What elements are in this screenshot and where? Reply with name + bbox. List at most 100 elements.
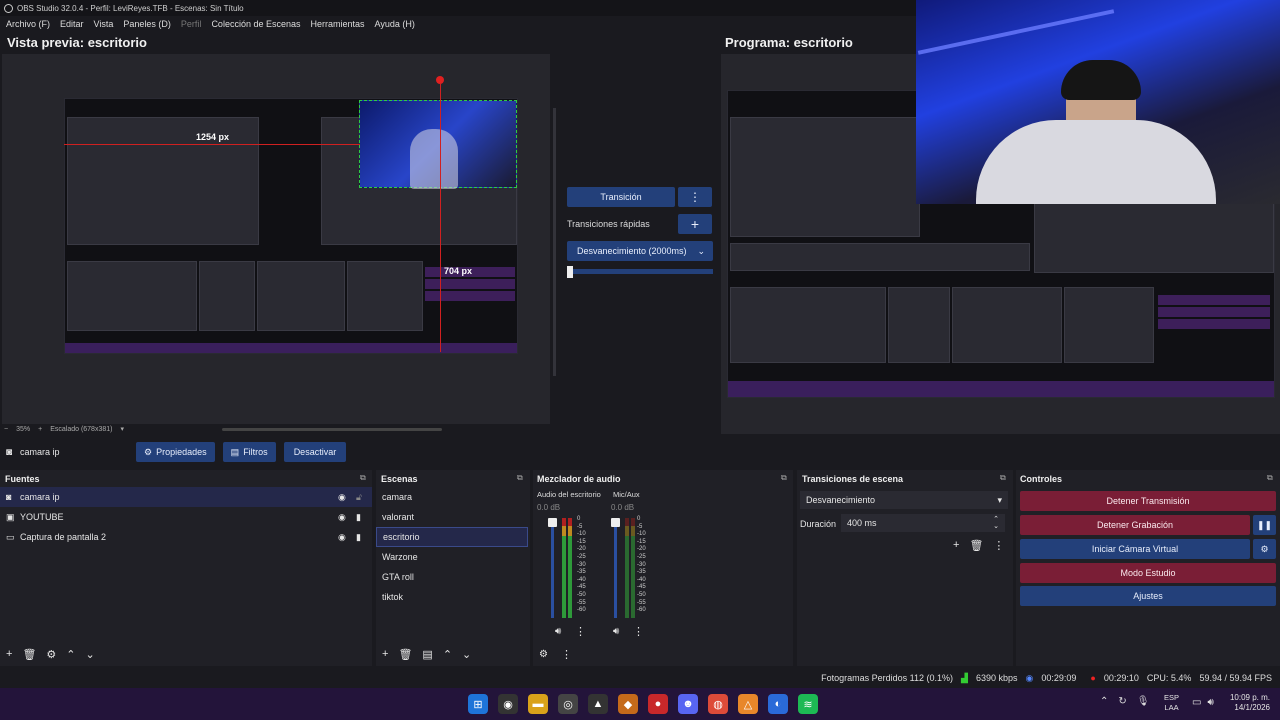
- menu-vista[interactable]: Vista: [94, 19, 114, 29]
- input-language[interactable]: ESP LAA: [1164, 693, 1179, 713]
- obs-active-icon[interactable]: ◎: [558, 694, 578, 714]
- stop-stream-button[interactable]: Detener Transmisión: [1020, 491, 1276, 511]
- advanced-audio-icon[interactable]: ⚙: [539, 649, 548, 660]
- menu-coleccion-escenas[interactable]: Colección de Escenas: [211, 19, 300, 29]
- duration-spinbox[interactable]: 400 ms ⌃ ⌄: [841, 514, 1005, 532]
- trash-icon[interactable]: 🗑︎: [969, 539, 983, 552]
- unlock-icon[interactable]: 🔓︎: [356, 492, 372, 503]
- middle-scrollbar[interactable]: [553, 108, 556, 376]
- clock[interactable]: 10:09 p. m. 14/1/2026: [1228, 693, 1270, 713]
- gear-icon: ⚙: [1260, 543, 1269, 554]
- transition-slider-handle[interactable]: [567, 266, 573, 278]
- kebab-icon[interactable]: ⋮: [633, 625, 644, 638]
- chrome-icon[interactable]: ◍: [708, 694, 728, 714]
- scene-item-selected[interactable]: escritorio: [376, 527, 528, 547]
- plus-icon[interactable]: +: [6, 648, 12, 661]
- zoom-out-button[interactable]: −: [4, 426, 8, 433]
- chevron-down-icon[interactable]: ▾: [120, 425, 124, 433]
- transition-select[interactable]: Desvanecimiento ▾: [800, 491, 1008, 509]
- brave-icon[interactable]: ◆: [618, 694, 638, 714]
- arrow-down-icon[interactable]: ⌄: [462, 648, 471, 661]
- trash-icon[interactable]: 🗑︎: [398, 648, 412, 661]
- fade-transition-dropdown[interactable]: Desvanecimiento (2000ms) ⌄: [567, 241, 713, 261]
- chevron-up-icon[interactable]: ⌃: [1100, 696, 1108, 707]
- scene-item[interactable]: camara: [376, 487, 528, 507]
- zoom-in-button[interactable]: +: [38, 426, 42, 433]
- app-blue-icon[interactable]: ◐: [768, 694, 788, 714]
- pause-recording-button[interactable]: ❚❚: [1253, 515, 1276, 535]
- arrow-up-icon[interactable]: ⌃: [443, 648, 452, 661]
- eye-icon[interactable]: ◉: [338, 532, 356, 543]
- scene-item[interactable]: Warzone: [376, 547, 528, 567]
- preview-scrollbar[interactable]: [221, 427, 442, 431]
- spotify-icon[interactable]: ≋: [798, 694, 818, 714]
- microphone-icon[interactable]: 🎙︎: [1137, 696, 1150, 707]
- filters-button[interactable]: ▤ Filtros: [222, 442, 276, 462]
- scene-item[interactable]: tiktok: [376, 587, 528, 607]
- clock-time: 10:09 p. m.: [1229, 693, 1270, 702]
- windows-start-icon[interactable]: ⊞: [468, 694, 488, 714]
- kebab-icon[interactable]: ⋮: [561, 648, 572, 661]
- menu-editar[interactable]: Editar: [60, 19, 84, 29]
- preview-camera-source[interactable]: [359, 100, 517, 189]
- scene-item[interactable]: valorant: [376, 507, 528, 527]
- volume-slider-handle[interactable]: [611, 518, 620, 527]
- transition-slider[interactable]: [567, 266, 713, 278]
- preview-canvas[interactable]: 1254 px 704 px: [2, 54, 550, 424]
- db-scale: 0 -5 -10 -15 -20 -25 -30 -35 -40 -45 -50 -55 -60: [577, 516, 586, 615]
- discord-icon[interactable]: ☻: [678, 694, 698, 714]
- transition-button[interactable]: Transición: [567, 187, 675, 207]
- plus-icon[interactable]: +: [953, 539, 959, 552]
- arrow-down-icon[interactable]: ⌄: [86, 648, 95, 661]
- menu-paneles[interactable]: Paneles (D): [123, 19, 171, 29]
- menu-archivo[interactable]: Archivo (F): [6, 19, 50, 29]
- app-red-icon[interactable]: ●: [648, 694, 668, 714]
- eye-icon[interactable]: ◉: [338, 492, 356, 503]
- network-icon[interactable]: ▭: [1192, 697, 1201, 708]
- scene-item[interactable]: GTA roll: [376, 567, 528, 587]
- kebab-icon[interactable]: ⋮: [575, 625, 586, 638]
- speaker-icon[interactable]: 🔊︎: [555, 626, 561, 637]
- properties-button[interactable]: ⚙ Propiedades: [136, 442, 215, 462]
- undock-icon[interactable]: ⧉: [360, 473, 366, 483]
- eye-icon[interactable]: ◉: [338, 512, 356, 523]
- volume-icon[interactable]: 🔊︎: [1207, 697, 1213, 708]
- volume-slider-handle[interactable]: [548, 518, 557, 527]
- gear-icon[interactable]: ⚙: [46, 648, 56, 661]
- plus-icon[interactable]: +: [382, 648, 388, 661]
- arrow-up-icon[interactable]: ⌃: [66, 648, 75, 661]
- studio-mode-button[interactable]: Modo Estudio: [1020, 563, 1276, 583]
- sync-icon[interactable]: ↻: [1118, 696, 1126, 707]
- stop-recording-button[interactable]: Detener Grabación: [1020, 515, 1250, 535]
- menu-perfil[interactable]: Perfil: [181, 19, 202, 29]
- add-quick-transition-button[interactable]: +: [678, 214, 712, 234]
- source-row[interactable]: ▭ Captura de pantalla 2 ◉ ▮: [0, 527, 372, 547]
- filter-icon[interactable]: ▤: [422, 648, 432, 661]
- deactivate-button[interactable]: Desactivar: [283, 442, 347, 462]
- vlc-icon[interactable]: △: [738, 694, 758, 714]
- settings-button[interactable]: Ajustes: [1020, 586, 1276, 606]
- file-explorer-icon[interactable]: ▬: [528, 694, 548, 714]
- rotation-handle[interactable]: [436, 76, 444, 84]
- volume-slider-track[interactable]: [611, 518, 620, 618]
- undock-icon[interactable]: ⧉: [781, 473, 787, 483]
- source-row[interactable]: ▣ YOUTUBE ◉ ▮: [0, 507, 372, 527]
- speaker-icon[interactable]: 🔊︎: [613, 626, 619, 637]
- spin-arrows-icon[interactable]: ⌃ ⌄: [993, 516, 999, 530]
- menu-ayuda[interactable]: Ayuda (H): [375, 19, 415, 29]
- lock-icon[interactable]: ▮: [356, 512, 372, 523]
- undock-icon[interactable]: ⧉: [1000, 473, 1006, 483]
- undock-icon[interactable]: ⧉: [1267, 473, 1273, 483]
- undock-icon[interactable]: ⧉: [517, 473, 523, 483]
- transition-more-button[interactable]: ⋮: [678, 187, 712, 207]
- kebab-icon[interactable]: ⋮: [993, 539, 1004, 552]
- obs-taskbar-icon[interactable]: ◉: [498, 694, 518, 714]
- volume-slider-track[interactable]: [548, 518, 557, 618]
- menu-herramientas[interactable]: Herramientas: [311, 19, 365, 29]
- trash-icon[interactable]: 🗑︎: [22, 648, 36, 661]
- app-triangle-icon[interactable]: ▲: [588, 694, 608, 714]
- virtual-camera-settings-button[interactable]: ⚙: [1253, 539, 1276, 559]
- source-row[interactable]: ◙ camara ip ◉ 🔓︎: [0, 487, 372, 507]
- virtual-camera-button[interactable]: Iniciar Cámara Virtual: [1020, 539, 1250, 559]
- lock-icon[interactable]: ▮: [356, 532, 372, 543]
